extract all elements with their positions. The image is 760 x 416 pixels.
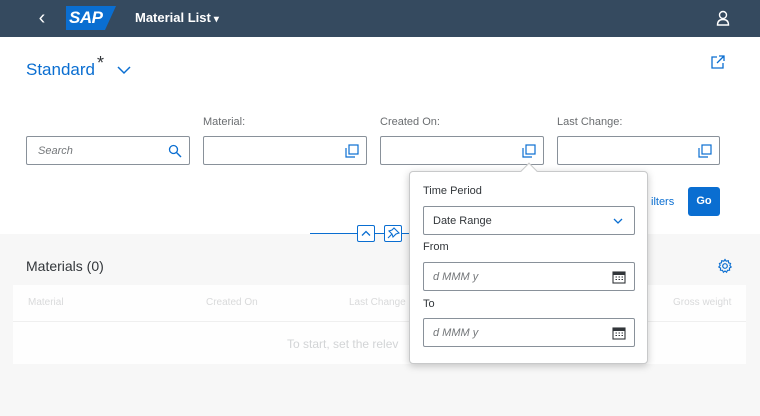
chevron-down-icon	[117, 66, 131, 75]
material-label: Material:	[203, 116, 246, 128]
search-icon[interactable]	[168, 144, 182, 158]
calendar-icon[interactable]	[612, 326, 626, 340]
variant-name: Standard	[26, 60, 95, 79]
to-date-input[interactable]: d MMM y	[423, 318, 635, 347]
value-help-icon[interactable]	[345, 144, 359, 158]
created-on-input[interactable]	[380, 136, 544, 165]
settings-icon[interactable]	[717, 258, 733, 274]
calendar-icon[interactable]	[612, 270, 626, 284]
variant-selector[interactable]: Standard *	[26, 53, 131, 80]
to-label: To	[423, 298, 435, 310]
value-help-icon[interactable]	[698, 144, 712, 158]
no-data-text: To start, set the relev	[287, 337, 399, 351]
from-date-input[interactable]: d MMM y	[423, 262, 635, 291]
caret-down-icon: ▾	[213, 14, 219, 25]
chevron-up-icon	[361, 230, 371, 236]
back-button[interactable]: ‹	[30, 6, 54, 30]
shell-bar: ‹ SAP Material List ▾	[0, 0, 760, 37]
last-change-label: Last Change:	[557, 116, 623, 128]
pin-header-button[interactable]	[384, 225, 402, 242]
user-icon[interactable]	[714, 9, 732, 27]
adapt-filters-link[interactable]: ilters	[651, 196, 674, 208]
column-header[interactable]: Created On	[206, 297, 258, 308]
column-header[interactable]: Last Change	[349, 297, 406, 308]
material-input[interactable]	[203, 136, 367, 165]
last-change-input[interactable]	[557, 136, 720, 165]
time-period-value: Date Range	[433, 215, 492, 227]
time-period-label: Time Period	[423, 185, 482, 197]
chevron-down-icon	[613, 218, 623, 224]
materials-title: Materials (0)	[26, 258, 104, 274]
variant-modified-marker: *	[97, 53, 105, 73]
share-icon[interactable]	[710, 54, 726, 70]
app-title: Material List	[135, 10, 211, 25]
to-date-placeholder: d MMM y	[433, 327, 479, 339]
from-label: From	[423, 241, 449, 253]
date-range-popover: Time Period Date Range From d MMM y To d…	[409, 162, 648, 364]
sap-logo-text: SAP	[69, 8, 103, 27]
search-placeholder: Search	[38, 145, 73, 157]
sap-logo: SAP	[66, 6, 116, 30]
collapse-header-button[interactable]	[357, 225, 375, 242]
pin-icon	[387, 227, 401, 239]
column-header[interactable]: Material	[28, 297, 64, 308]
from-date-placeholder: d MMM y	[433, 271, 479, 283]
value-help-icon[interactable]	[522, 144, 536, 158]
created-on-label: Created On:	[380, 116, 440, 128]
time-period-select[interactable]: Date Range	[423, 206, 635, 235]
column-header[interactable]: Gross weight	[673, 297, 731, 308]
search-input[interactable]: Search	[26, 136, 190, 165]
go-button[interactable]: Go	[688, 187, 720, 216]
app-title-menu[interactable]: Material List ▾	[135, 10, 219, 25]
